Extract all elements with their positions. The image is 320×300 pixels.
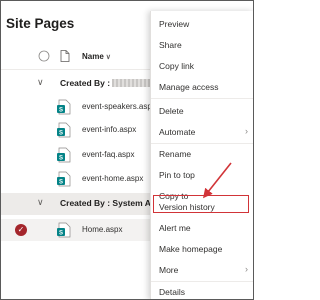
name-column-label: Name bbox=[82, 52, 104, 61]
menu-item-make-homepage[interactable]: Make homepage bbox=[151, 239, 253, 259]
group-label: Created By : System Ac bbox=[60, 198, 156, 208]
highlight-box bbox=[153, 195, 249, 213]
menu-item-label: More bbox=[159, 265, 179, 275]
menu-item-label: Preview bbox=[159, 19, 190, 29]
sort-chevron-icon: ∨ bbox=[105, 54, 111, 61]
menu-item-label: Pin to top bbox=[159, 170, 195, 180]
menu-item-details[interactable]: Details bbox=[151, 282, 253, 299]
svg-text:S: S bbox=[59, 108, 63, 114]
submenu-chevron-icon: › bbox=[245, 264, 248, 274]
menu-item-automate[interactable]: Automate › bbox=[151, 122, 253, 142]
svg-text:S: S bbox=[59, 180, 63, 186]
context-menu: Preview Share Copy link Manage access De… bbox=[150, 11, 253, 299]
submenu-chevron-icon: › bbox=[245, 126, 248, 136]
site-page-icon: S bbox=[56, 222, 72, 238]
redacted-name bbox=[112, 79, 153, 87]
menu-item-label: Rename bbox=[159, 149, 192, 159]
collapse-chevron-icon[interactable]: ∨ bbox=[37, 77, 44, 88]
site-page-icon: S bbox=[56, 99, 72, 115]
file-name[interactable]: event-info.aspx bbox=[82, 125, 136, 134]
menu-item-label: Alert me bbox=[159, 223, 191, 233]
menu-divider bbox=[151, 98, 253, 99]
file-name[interactable]: event-faq.aspx bbox=[82, 150, 134, 159]
site-page-icon: S bbox=[56, 122, 72, 138]
menu-item-label: Share bbox=[159, 40, 182, 50]
menu-item-share[interactable]: Share bbox=[151, 35, 253, 55]
menu-item-label: Automate bbox=[159, 127, 196, 137]
menu-item-manage-access[interactable]: Manage access bbox=[151, 77, 253, 97]
group-label-text: Created By : bbox=[60, 78, 113, 88]
menu-item-more[interactable]: More › bbox=[151, 260, 253, 280]
menu-item-preview[interactable]: Preview bbox=[151, 14, 253, 34]
menu-item-alert-me[interactable]: Alert me bbox=[151, 218, 253, 238]
file-name[interactable]: event-speakers.aspx bbox=[82, 102, 156, 111]
menu-item-pin-to-top[interactable]: Pin to top bbox=[151, 165, 253, 185]
name-column-header[interactable]: Name ∨ bbox=[82, 52, 111, 61]
sharepoint-site-pages-window: Site Pages Name ∨ ∨ Created By : S event-… bbox=[0, 0, 254, 300]
file-name[interactable]: Home.aspx bbox=[82, 225, 122, 234]
menu-item-delete[interactable]: Delete bbox=[151, 101, 253, 121]
menu-item-label: Make homepage bbox=[159, 244, 223, 254]
group-label: Created By : bbox=[60, 78, 153, 88]
menu-item-label: Details bbox=[159, 287, 185, 297]
page-title: Site Pages bbox=[6, 16, 75, 31]
menu-item-rename[interactable]: Rename bbox=[151, 144, 253, 164]
collapse-chevron-icon[interactable]: ∨ bbox=[37, 197, 44, 208]
menu-item-copy-link[interactable]: Copy link bbox=[151, 56, 253, 76]
site-page-icon: S bbox=[56, 171, 72, 187]
file-name[interactable]: event-home.aspx bbox=[82, 174, 143, 183]
site-page-icon: S bbox=[56, 147, 72, 163]
svg-text:S: S bbox=[59, 156, 63, 162]
menu-item-label: Delete bbox=[159, 106, 184, 116]
selected-checkmark-icon[interactable]: ✓ bbox=[15, 224, 27, 236]
select-all-checkbox[interactable] bbox=[38, 49, 50, 67]
menu-item-label: Copy link bbox=[159, 61, 194, 71]
svg-text:S: S bbox=[59, 131, 63, 137]
svg-text:S: S bbox=[59, 231, 63, 237]
file-type-header-icon[interactable] bbox=[60, 49, 70, 67]
menu-item-label: Manage access bbox=[159, 82, 219, 92]
